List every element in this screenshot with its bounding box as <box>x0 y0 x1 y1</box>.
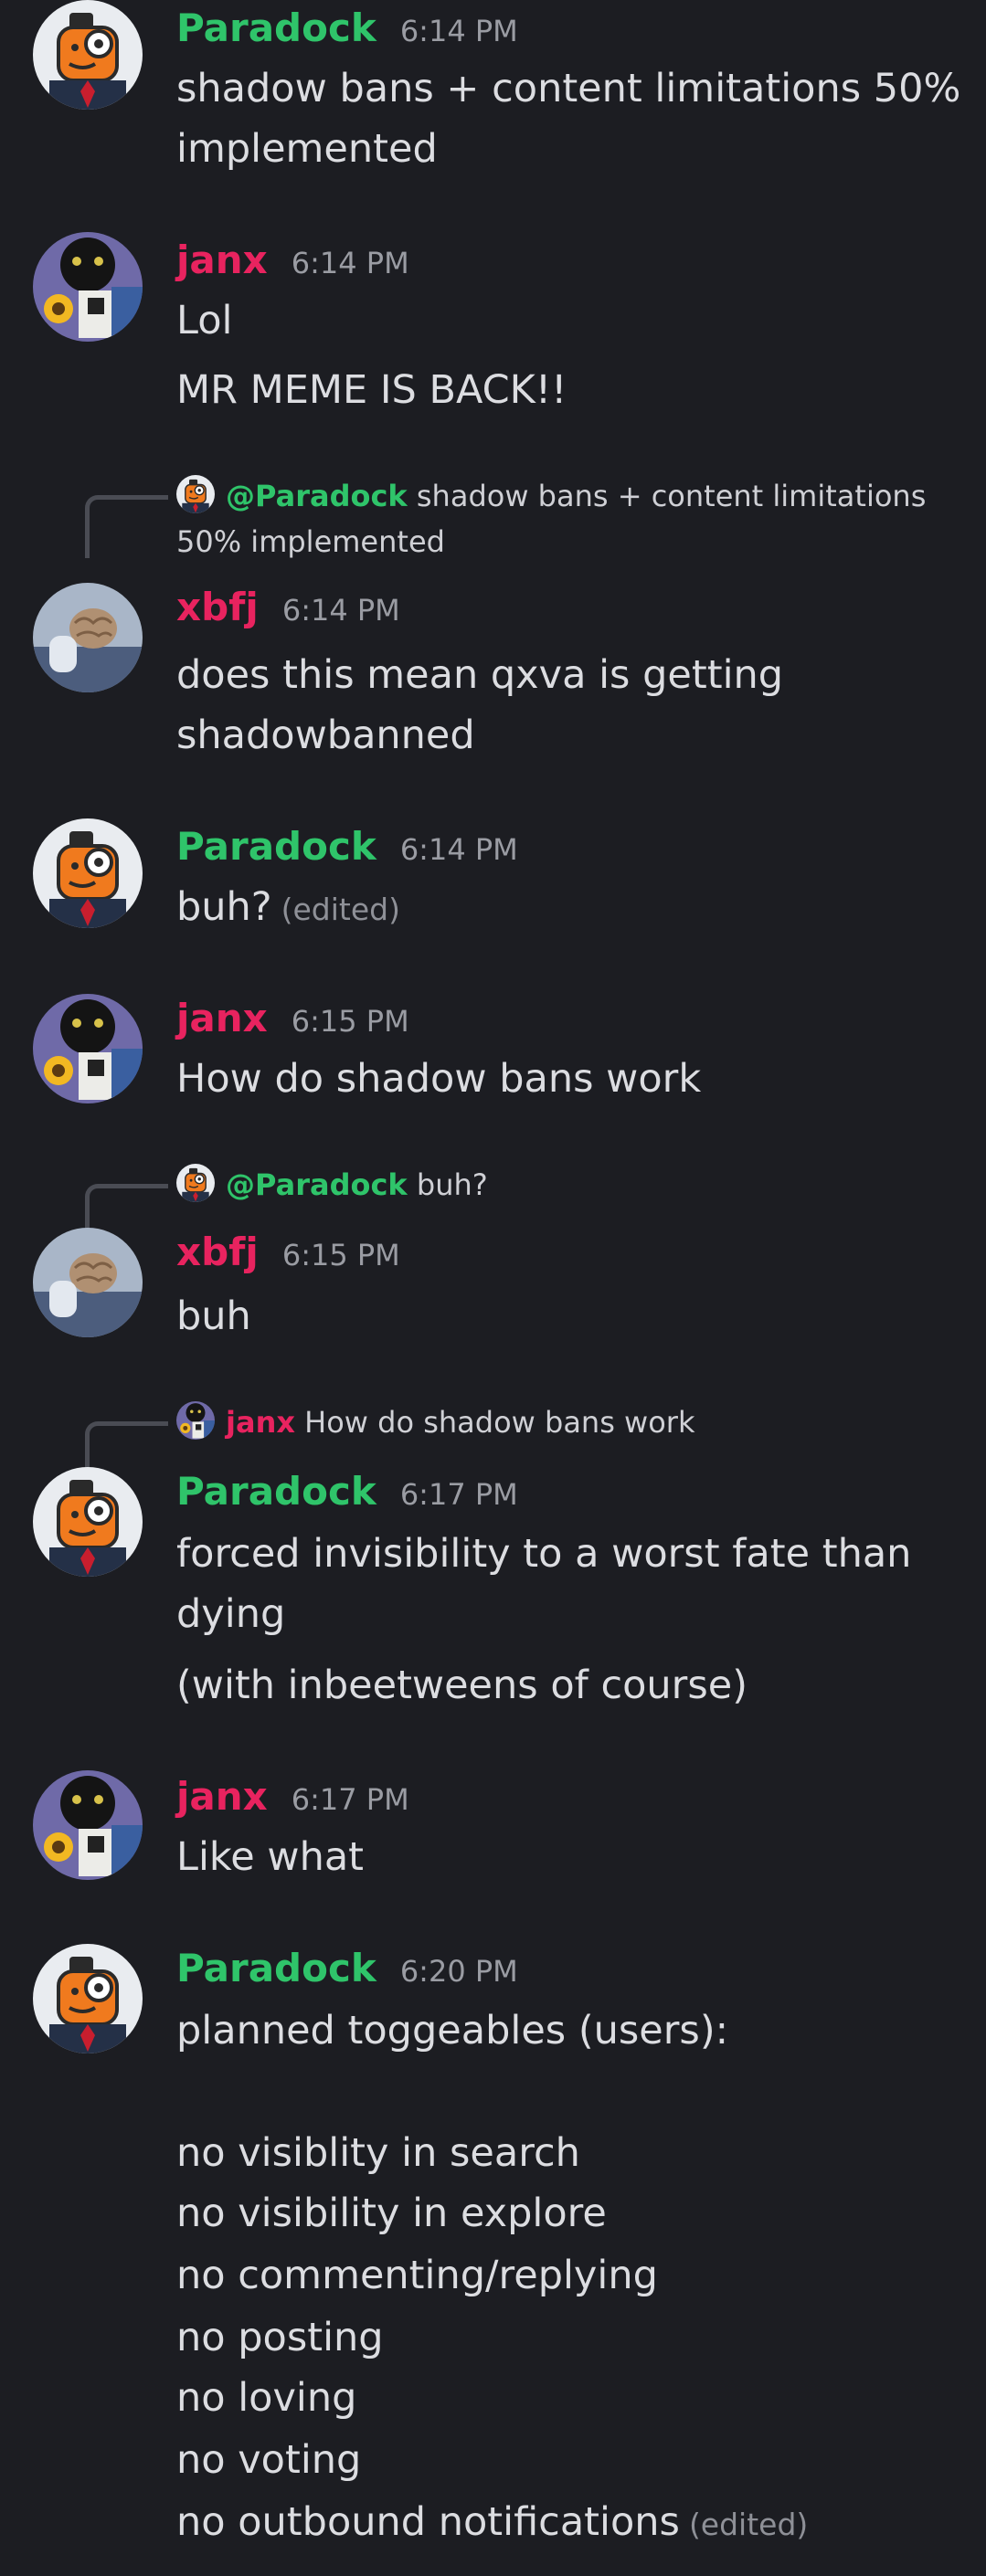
message-text: no loving <box>176 2375 357 2421</box>
timestamp: 6:14 PM <box>291 246 409 280</box>
message-text: no posting <box>176 2315 384 2360</box>
message-text: buh <box>176 1293 251 1339</box>
message-text: dying <box>176 1591 286 1637</box>
reply-author[interactable]: @Paradock <box>226 1167 408 1202</box>
timestamp: 6:17 PM <box>291 1782 409 1817</box>
paradock-avatar[interactable] <box>33 0 143 110</box>
janx-avatar[interactable] <box>33 232 143 342</box>
edited-label: (edited) <box>281 892 400 927</box>
author-name[interactable]: janx <box>176 238 268 282</box>
message-text: does this mean qxva is getting <box>176 652 784 698</box>
timestamp: 6:14 PM <box>399 14 518 48</box>
author-name[interactable]: xbfj <box>176 1230 259 1274</box>
author-name[interactable]: Paradock <box>176 1469 376 1514</box>
timestamp: 6:15 PM <box>291 1004 409 1039</box>
message-text: shadowbanned <box>176 713 475 758</box>
message-text: shadow bans + content limitations 50% <box>176 66 961 111</box>
message-text: no visibility in explore <box>176 2191 607 2236</box>
janx-avatar[interactable] <box>33 994 143 1103</box>
message-text: MR MEME IS BACK!! <box>176 367 567 413</box>
message-text: (with inbeetweens of course) <box>176 1663 747 1708</box>
paradock-avatar[interactable] <box>33 1467 143 1577</box>
author-name[interactable]: Paradock <box>176 1946 376 1990</box>
message-text: no visiblity in search <box>176 2130 580 2176</box>
author-name[interactable]: Paradock <box>176 5 376 50</box>
paradock-avatar[interactable] <box>33 818 143 928</box>
janx-avatar-small <box>176 1401 215 1440</box>
paradock-avatar[interactable] <box>33 1944 143 2053</box>
reply-connector <box>85 1184 168 1230</box>
message-text: forced invisibility to a worst fate than <box>176 1531 912 1577</box>
author-name[interactable]: janx <box>176 996 268 1040</box>
reply-text: shadow bans + content limitations <box>416 479 927 513</box>
timestamp: 6:14 PM <box>281 593 400 628</box>
message-text: Like what <box>176 1834 365 1880</box>
message-text: buh? (edited) <box>176 877 400 940</box>
reply-text: buh? <box>416 1167 488 1202</box>
message-text: Lol <box>176 298 233 343</box>
author-name[interactable]: xbfj <box>176 585 259 629</box>
message-text: implemented <box>176 126 438 172</box>
reply-preview[interactable]: @Paradock buh? <box>176 1162 488 1208</box>
reply-text: How do shadow bans work <box>304 1405 695 1440</box>
reply-connector <box>85 1421 168 1470</box>
timestamp: 6:17 PM <box>399 1477 518 1512</box>
paradock-avatar-small <box>176 475 215 513</box>
reply-connector <box>85 495 168 558</box>
janx-avatar[interactable] <box>33 1770 143 1880</box>
message-body: buh? <box>176 884 272 930</box>
timestamp: 6:20 PM <box>399 1954 518 1989</box>
timestamp: 6:15 PM <box>281 1238 400 1272</box>
message-text: no outbound notifications (edited) <box>176 2492 808 2555</box>
paradock-avatar-small <box>176 1164 215 1202</box>
xbfj-avatar[interactable] <box>33 583 143 692</box>
reply-author[interactable]: @Paradock <box>226 479 408 513</box>
edited-label: (edited) <box>688 2507 809 2542</box>
reply-preview-continued: 50% implemented <box>176 524 445 559</box>
author-name[interactable]: janx <box>176 1774 268 1819</box>
timestamp: 6:14 PM <box>399 832 518 867</box>
reply-author[interactable]: janx <box>226 1405 295 1440</box>
message-text: planned toggeables (users): <box>176 2008 729 2053</box>
author-name[interactable]: Paradock <box>176 824 376 869</box>
xbfj-avatar[interactable] <box>33 1228 143 1337</box>
reply-preview[interactable]: @Paradock shadow bans + content limitati… <box>176 473 926 519</box>
reply-preview[interactable]: janx How do shadow bans work <box>176 1399 694 1445</box>
message-body: no outbound notifications <box>176 2499 680 2545</box>
message-text: no commenting/replying <box>176 2253 658 2298</box>
message-text: no voting <box>176 2437 362 2483</box>
message-text: How do shadow bans work <box>176 1056 702 1102</box>
